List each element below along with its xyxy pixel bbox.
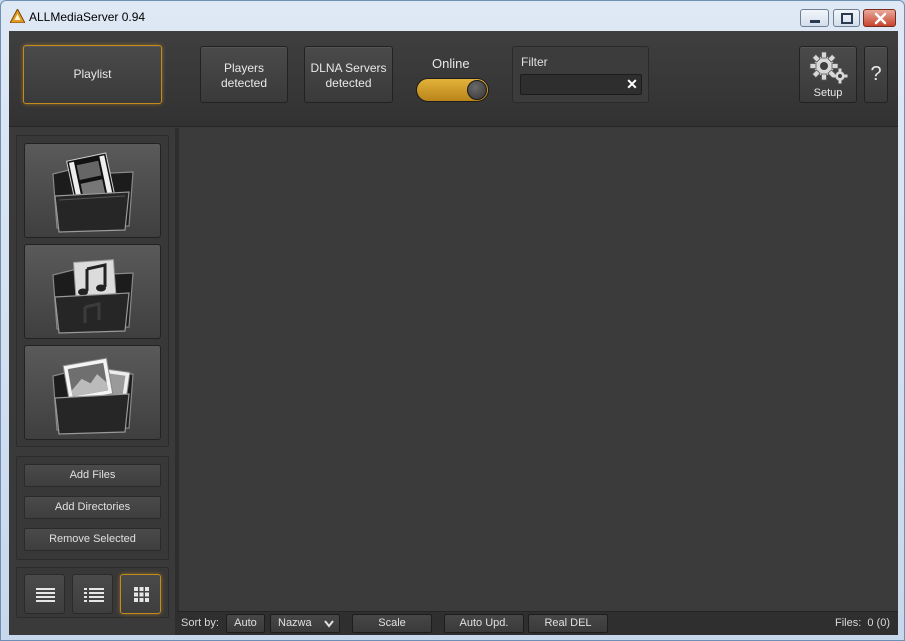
setup-label: Setup <box>813 87 843 99</box>
playlist-button[interactable]: Playlist <box>23 45 162 104</box>
files-count-value: 0 (0) <box>867 617 890 629</box>
app-window: ALLMediaServer 0.94 Playlist Players det… <box>0 0 905 641</box>
title-bar[interactable]: ALLMediaServer 0.94 <box>1 1 904 31</box>
media-content-area[interactable] <box>179 128 898 612</box>
video-button[interactable] <box>24 143 161 238</box>
maximize-button[interactable] <box>833 9 860 27</box>
window-title: ALLMediaServer 0.94 <box>29 10 146 24</box>
filter-input[interactable] <box>520 74 642 95</box>
players-label-line2: detected <box>220 76 268 90</box>
clear-filter-icon[interactable]: ✕ <box>625 77 639 91</box>
left-panel: Add Files Add Directories Remove Selecte… <box>9 128 177 618</box>
add-files-button[interactable]: Add Files <box>24 464 161 487</box>
chevron-down-icon <box>324 620 334 628</box>
close-button[interactable] <box>863 9 896 27</box>
pictures-button[interactable] <box>24 345 161 440</box>
gear-icon <box>809 51 848 84</box>
sort-field-select[interactable]: Nazwa <box>270 614 340 633</box>
minimize-icon <box>810 20 820 23</box>
list-view-button[interactable] <box>24 574 65 614</box>
setup-button[interactable]: Setup <box>799 46 857 103</box>
filter-label: Filter <box>521 55 548 69</box>
dlna-label-line1: DLNA Servers <box>310 61 387 75</box>
minimize-button[interactable] <box>800 9 829 27</box>
client-area: Playlist Players detected DLNA Servers d… <box>9 31 898 635</box>
filter-panel: Filter ✕ <box>512 46 649 103</box>
players-detected-button[interactable]: Players detected <box>200 46 288 103</box>
help-button[interactable]: ? <box>864 46 888 103</box>
files-count: Files: 0 (0) <box>835 617 890 629</box>
view-mode-group <box>16 567 169 618</box>
dlna-servers-button[interactable]: DLNA Servers detected <box>304 46 393 103</box>
pictures-folder-icon <box>52 357 134 435</box>
details-view-icon <box>84 588 104 602</box>
top-toolbar: Playlist Players detected DLNA Servers d… <box>9 31 898 127</box>
status-bar: Sort by: Auto Nazwa Scale Auto Upd. Real… <box>177 611 898 635</box>
grid-view-icon <box>134 587 149 602</box>
online-label: Online <box>432 56 470 71</box>
files-label-text: Files: <box>834 617 862 629</box>
dlna-label-line2: detected <box>325 76 372 90</box>
real-delete-button[interactable]: Real DEL <box>528 614 608 633</box>
app-logo-icon <box>10 9 25 23</box>
file-actions-group: Add Files Add Directories Remove Selecte… <box>16 456 169 560</box>
list-view-icon <box>36 588 55 602</box>
auto-update-button[interactable]: Auto Upd. <box>444 614 524 633</box>
video-folder-icon <box>52 152 134 233</box>
sort-auto-button[interactable]: Auto <box>226 614 265 633</box>
toggle-knob[interactable] <box>467 80 487 100</box>
music-button[interactable] <box>24 244 161 339</box>
close-icon <box>874 12 887 25</box>
grid-view-button[interactable] <box>120 574 161 614</box>
music-folder-icon <box>52 259 134 334</box>
sort-field-value: Nazwa <box>278 617 312 629</box>
remove-selected-button[interactable]: Remove Selected <box>24 528 161 551</box>
media-type-group <box>16 135 169 447</box>
online-toggle[interactable] <box>416 78 489 102</box>
sort-by-label: Sort by: <box>181 617 219 629</box>
maximize-icon <box>841 13 853 24</box>
details-view-button[interactable] <box>72 574 113 614</box>
players-label-line1: Players <box>223 61 264 75</box>
add-directories-button[interactable]: Add Directories <box>24 496 161 519</box>
scale-button[interactable]: Scale <box>352 614 432 633</box>
